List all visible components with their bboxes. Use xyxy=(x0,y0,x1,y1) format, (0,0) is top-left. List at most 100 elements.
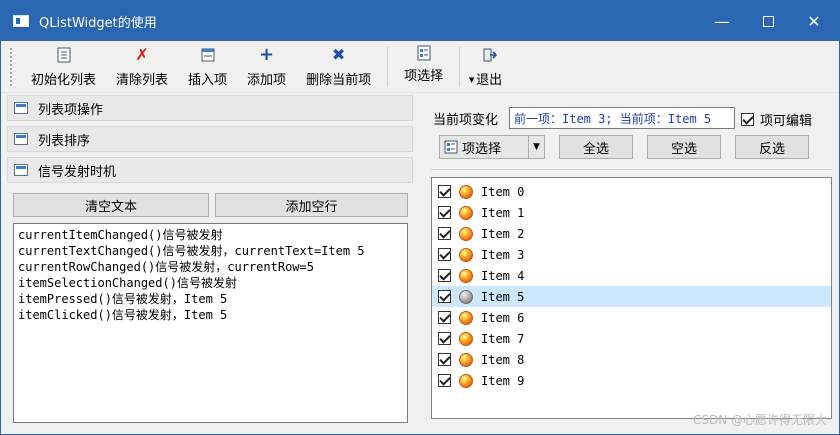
ball-icon xyxy=(459,331,473,346)
clear-text-button[interactable]: 清空文本 xyxy=(13,193,209,217)
insert-item-label: 插入项 xyxy=(188,73,228,88)
signal-log-textbox[interactable]: currentItemChanged()信号被发射 currentTextCha… xyxy=(13,223,408,423)
exit-button[interactable]: 退出 xyxy=(466,45,512,91)
minimize-button[interactable]: — xyxy=(699,1,745,41)
select-icon xyxy=(444,140,458,154)
list-item[interactable]: Item 1 xyxy=(432,202,831,223)
toolbar: 初始化列表 ✗ 清除列表 插入项 + 添加项 ✖ 删除当前项 项选择 ▼ 退出 xyxy=(1,41,839,93)
toolbar-separator-2 xyxy=(459,47,461,87)
init-list-button[interactable]: 初始化列表 xyxy=(21,45,106,91)
title-bar: QListWidget的使用 — ✕ xyxy=(1,1,839,41)
maximize-icon xyxy=(762,15,774,27)
add-item-label: 添加项 xyxy=(247,73,287,88)
item-select-combo[interactable]: 项选择 ▼ xyxy=(439,135,545,159)
list-item-selected[interactable]: Item 5 xyxy=(432,286,831,307)
ball-icon xyxy=(459,205,473,220)
ball-icon xyxy=(459,247,473,262)
ball-icon xyxy=(459,289,473,304)
clear-list-button[interactable]: ✗ 清除列表 xyxy=(106,45,178,91)
list-item[interactable]: Item 9 xyxy=(432,370,831,391)
close-icon: ✕ xyxy=(807,11,821,31)
clear-list-label: 清除列表 xyxy=(116,73,169,88)
item-text: Item 5 xyxy=(481,289,525,304)
item-text: Item 9 xyxy=(481,373,525,388)
select-all-button[interactable]: 全选 xyxy=(559,135,633,159)
item-checkbox[interactable] xyxy=(438,227,451,240)
section-list-sort[interactable]: 列表排序 xyxy=(7,126,413,152)
item-text: Item 6 xyxy=(481,310,525,325)
toolbar-grip[interactable] xyxy=(9,47,13,87)
list-item[interactable]: Item 7 xyxy=(432,328,831,349)
combo-arrow-icon: ▼ xyxy=(528,136,544,158)
select-none-button[interactable]: 空选 xyxy=(647,135,721,159)
toolbar-separator xyxy=(387,47,389,87)
add-blank-line-button[interactable]: 添加空行 xyxy=(215,193,408,217)
current-change-field[interactable]: 前一项：Item 3; 当前项：Item 5 xyxy=(509,107,735,129)
red-x-icon: ✗ xyxy=(135,45,149,64)
minimize-icon: — xyxy=(714,11,730,31)
item-text: Item 1 xyxy=(481,205,525,220)
item-list[interactable]: Item 0 Item 1 Item 2 Item 3 Item 4 Item … xyxy=(431,177,832,419)
section-label: 列表排序 xyxy=(38,133,91,149)
dropdown-arrow-icon: ▼ xyxy=(468,76,475,84)
maximize-button[interactable] xyxy=(745,1,791,41)
ball-icon xyxy=(459,373,473,388)
list-item[interactable]: Item 0 xyxy=(432,181,831,202)
current-change-label: 当前项变化 xyxy=(433,113,499,128)
list-item[interactable]: Item 8 xyxy=(432,349,831,370)
exit-label: 退出 xyxy=(476,73,503,88)
delete-current-label: 删除当前项 xyxy=(306,73,372,88)
item-text: Item 7 xyxy=(481,331,525,346)
item-checkbox[interactable] xyxy=(438,290,451,303)
list-item[interactable]: Item 2 xyxy=(432,223,831,244)
item-text: Item 2 xyxy=(481,226,525,241)
close-button[interactable]: ✕ xyxy=(791,1,837,41)
delete-current-button[interactable]: ✖ 删除当前项 xyxy=(296,45,381,91)
insert-icon xyxy=(200,45,216,65)
editable-checkbox-group[interactable]: 项可编辑 xyxy=(741,110,812,129)
list-init-icon xyxy=(56,45,72,65)
select-icon xyxy=(416,45,432,61)
list-item[interactable]: Item 4 xyxy=(432,265,831,286)
signal-icon xyxy=(14,164,28,176)
item-text: Item 8 xyxy=(481,352,525,367)
editable-checkbox[interactable] xyxy=(741,113,754,126)
item-text: Item 0 xyxy=(481,184,525,199)
item-select-label: 项选择 xyxy=(404,69,444,84)
item-checkbox[interactable] xyxy=(438,206,451,219)
main-window: QListWidget的使用 — ✕ 初始化列表 ✗ 清除列表 插入项 + 添加… xyxy=(0,0,840,435)
item-checkbox[interactable] xyxy=(438,311,451,324)
section-label: 列表项操作 xyxy=(38,102,104,118)
grid-icon xyxy=(14,102,28,114)
list-item[interactable]: Item 3 xyxy=(432,244,831,265)
app-icon xyxy=(13,15,29,27)
section-signal-timing[interactable]: 信号发射时机 xyxy=(7,157,413,183)
combo-label: 项选择 xyxy=(462,141,502,157)
item-text: Item 4 xyxy=(481,268,525,283)
item-checkbox[interactable] xyxy=(438,353,451,366)
insert-item-button[interactable]: 插入项 xyxy=(178,45,237,91)
ball-icon xyxy=(459,310,473,325)
right-panel: 当前项变化 前一项：Item 3; 当前项：Item 5 项可编辑 项选择 ▼ … xyxy=(421,93,833,433)
item-checkbox[interactable] xyxy=(438,185,451,198)
exit-icon xyxy=(481,45,498,65)
item-checkbox[interactable] xyxy=(438,332,451,345)
section-label: 信号发射时机 xyxy=(38,164,117,180)
init-list-label: 初始化列表 xyxy=(31,73,97,88)
item-select-menu-button[interactable]: 项选择 ▼ xyxy=(394,45,474,91)
add-item-button[interactable]: + 添加项 xyxy=(237,45,296,91)
editable-label: 项可编辑 xyxy=(760,114,813,129)
sort-icon xyxy=(14,133,28,145)
watermark: CSDN @心愿许得无限大 xyxy=(692,413,827,427)
item-checkbox[interactable] xyxy=(438,374,451,387)
ball-icon xyxy=(459,268,473,283)
section-list-item-ops[interactable]: 列表项操作 xyxy=(7,95,413,121)
window-title: QListWidget的使用 xyxy=(39,15,157,31)
delete-x-icon: ✖ xyxy=(331,45,346,64)
ball-icon xyxy=(459,226,473,241)
invert-select-button[interactable]: 反选 xyxy=(735,135,809,159)
item-checkbox[interactable] xyxy=(438,269,451,282)
item-checkbox[interactable] xyxy=(438,248,451,261)
list-item[interactable]: Item 6 xyxy=(432,307,831,328)
left-panel: 列表项操作 列表排序 信号发射时机 清空文本 添加空行 currentItemC… xyxy=(7,93,413,433)
